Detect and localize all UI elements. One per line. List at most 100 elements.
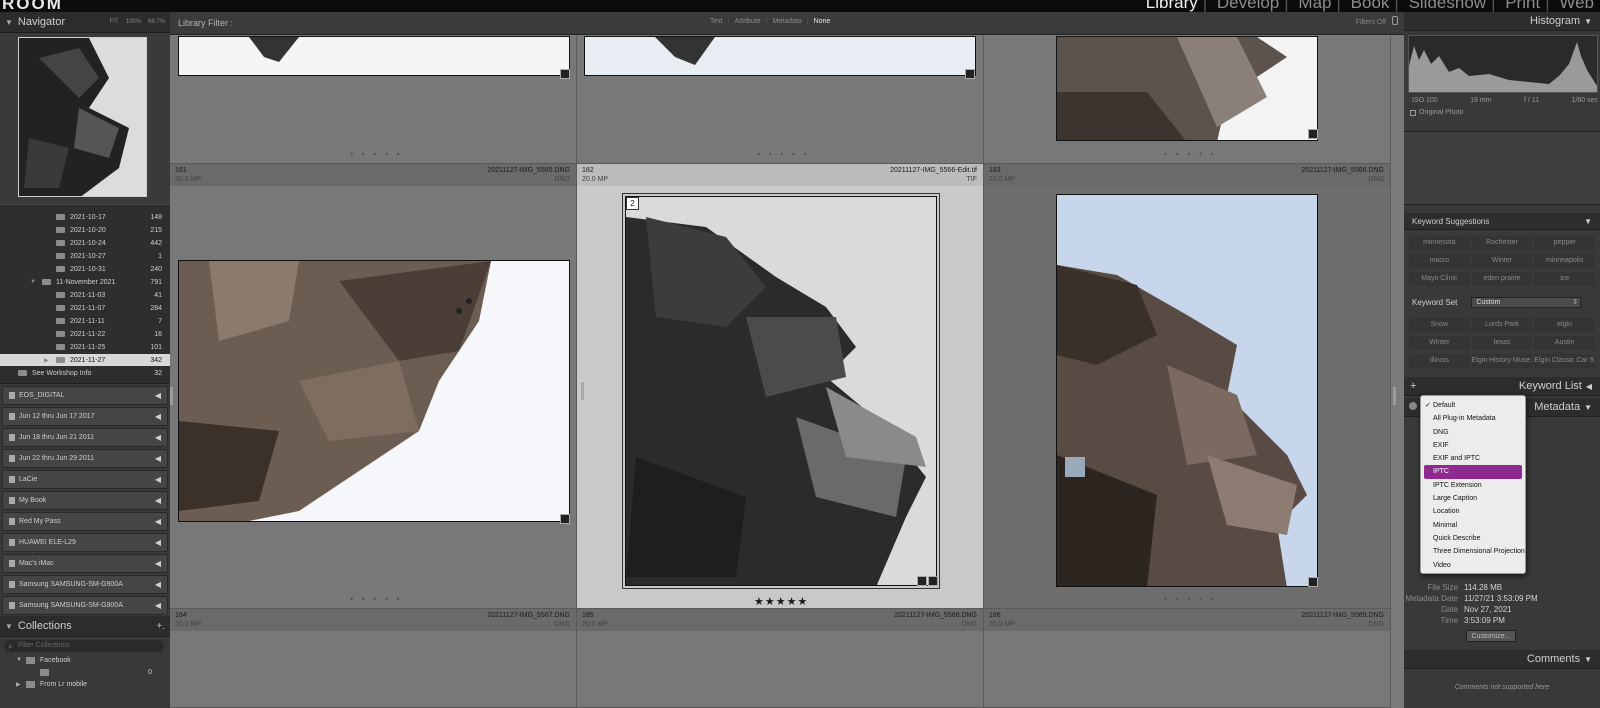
zoom-fit[interactable]: FIT (110, 19, 119, 25)
collapse-arrow-icon[interactable]: ◀ (155, 391, 161, 400)
volume-item[interactable]: Jun 22 thru Jun 29 2011 ◀ (2, 449, 168, 468)
flag-dots[interactable]: • • • • • (350, 594, 403, 604)
keyword-suggestion[interactable]: minnesota (1409, 236, 1470, 250)
collapse-arrow-icon[interactable]: ◀ (155, 475, 161, 484)
folder-row[interactable]: 2021-11-07 284 (0, 302, 170, 314)
menu-item-exif[interactable]: EXIF (1421, 439, 1525, 452)
checkbox-icon[interactable] (1410, 109, 1416, 116)
collapse-arrow-icon[interactable]: ◀ (155, 496, 161, 505)
menu-item-three-dimensional-projection[interactable]: Three Dimensional Projection (1421, 545, 1525, 558)
flag-dots[interactable]: • • • • • (1164, 149, 1217, 159)
crop-badge-icon[interactable] (928, 576, 938, 586)
photo-thumbnail[interactable] (178, 260, 570, 522)
grid-cell[interactable]: 181 20.0 MP 20211127-IMG_5565.DNG DNG • … (170, 164, 577, 609)
zoom-100[interactable]: 100% (126, 19, 141, 25)
volume-item[interactable]: Red My Pass ◀ (2, 512, 168, 531)
collection-set[interactable]: ▼ Facebook (0, 654, 170, 666)
menu-item-minimal[interactable]: Minimal (1421, 519, 1525, 532)
navigator-thumbnail[interactable] (18, 37, 147, 197)
develop-badge-icon[interactable] (1308, 129, 1318, 139)
grid-cell[interactable]: • • • • • (170, 36, 577, 164)
volume-item[interactable]: Mac's iMac ◀ (2, 554, 168, 573)
keyword-suggestion[interactable]: Rochester (1471, 236, 1533, 250)
keyword-set-item[interactable]: Elgin History Muse... (1471, 354, 1533, 368)
develop-badge-icon[interactable] (1308, 577, 1318, 587)
stack-count-badge[interactable]: 2 (626, 197, 639, 210)
volume-item[interactable]: Jun 12 thru Jun 17 2017 ◀ (2, 407, 168, 426)
folder-row-expanded[interactable]: ▼ 11-November 2021 791 (0, 276, 170, 288)
folder-row[interactable]: 2021-10-31 240 (0, 263, 170, 275)
keyword-set-item[interactable]: Austin (1534, 336, 1595, 350)
comments-header[interactable]: Comments ▼ (1404, 650, 1600, 669)
develop-badge-icon[interactable] (560, 69, 570, 79)
photo-thumbnail[interactable] (178, 36, 570, 76)
menu-item-large-caption[interactable]: Large Caption (1421, 492, 1525, 505)
add-collection-icon[interactable]: +. (156, 621, 165, 632)
keyword-set-item[interactable]: elgin (1534, 318, 1595, 332)
folder-row[interactable]: 2021-10-24 442 (0, 237, 170, 249)
expand-triangle-icon[interactable]: ▼ (16, 657, 26, 663)
collapse-arrow-icon[interactable]: ◀ (155, 601, 161, 610)
left-panel-resize-handle[interactable] (170, 387, 173, 405)
right-panel-resize-handle[interactable] (1393, 387, 1396, 405)
develop-badge-icon[interactable] (560, 514, 570, 524)
menu-item-exif-and-iptc[interactable]: EXIF and IPTC (1421, 452, 1525, 465)
keyword-suggestion[interactable]: pepper (1534, 236, 1595, 250)
folder-row[interactable]: 2021-11-03 41 (0, 289, 170, 301)
grid-cell[interactable]: • • • • • (984, 36, 1391, 164)
menu-item-iptc[interactable]: IPTC (1424, 465, 1522, 479)
collapse-arrow-icon[interactable]: ◀ (155, 580, 161, 589)
navigator-header[interactable]: ▼ Navigator FIT 100% 66.7% (0, 12, 170, 33)
menu-item-all-plugin-metadata[interactable]: All Plug-in Metadata (1421, 412, 1525, 425)
star-rating[interactable]: ★★★★★ (754, 595, 808, 608)
folder-row[interactable]: 2021-10-20 215 (0, 224, 170, 236)
volume-item[interactable]: EOS_DIGITAL ◀ (2, 386, 168, 405)
keyword-suggestion[interactable]: macro (1409, 254, 1470, 268)
customize-button[interactable]: Customize... (1466, 630, 1516, 642)
keyword-set-item[interactable]: illinois (1409, 354, 1470, 368)
menu-item-default[interactable]: Default (1421, 399, 1525, 413)
original-photo-toggle[interactable]: Original Photo (1410, 109, 1463, 116)
keyword-suggestion[interactable]: minneapolis (1534, 254, 1595, 268)
volume-item[interactable]: Samsung SAMSUNG-SM-G900A ◀ (2, 596, 168, 615)
menu-item-video[interactable]: Video (1421, 559, 1525, 572)
lock-icon[interactable] (1392, 16, 1398, 25)
keyword-set-item[interactable]: Winter (1409, 336, 1470, 350)
folder-row[interactable]: 2021-11-25 101 (0, 341, 170, 353)
grid-cell-selected[interactable]: 182 20.0 MP 20211127-IMG_5566-Edit.tif T… (577, 164, 984, 609)
module-print[interactable]: Print (1505, 0, 1540, 12)
filter-attribute[interactable]: Attribute (735, 18, 761, 25)
keyword-list-header[interactable]: + Keyword List ◀ (1404, 377, 1600, 396)
collections-header[interactable]: ▼ Collections +. (0, 616, 170, 637)
volume-item[interactable]: Samsung SAMSUNG-SM-G900A ◀ (2, 575, 168, 594)
keyword-suggestion[interactable]: Mayo Clinic (1409, 272, 1470, 286)
keyword-suggestion[interactable]: ice (1534, 272, 1595, 286)
keyword-set-item[interactable]: Elgin Classic Car S... (1534, 354, 1595, 368)
module-slideshow[interactable]: Slideshow (1409, 0, 1487, 12)
expand-triangle-icon[interactable]: ▼ (30, 279, 38, 285)
collapse-arrow-icon[interactable]: ◀ (155, 517, 161, 526)
menu-item-quick-describe[interactable]: Quick Describe (1421, 532, 1525, 545)
collection-set[interactable]: ▶ From Lr mobile (0, 678, 170, 690)
flag-dots[interactable]: • • • • • (350, 149, 403, 159)
module-develop[interactable]: Develop (1217, 0, 1279, 12)
volume-item[interactable]: My Book ◀ (2, 491, 168, 510)
zoom-66[interactable]: 66.7% (148, 19, 165, 25)
collapse-arrow-icon[interactable]: ◀ (155, 538, 161, 547)
grid-cell[interactable]: 184 20.0 MP 20211127-IMG_5567.DNG DNG (170, 609, 577, 708)
develop-badge-icon[interactable] (917, 576, 927, 586)
folder-row[interactable]: See Workshop Info 32 (0, 367, 170, 379)
collapse-arrow-icon[interactable]: ◀ (155, 412, 161, 421)
keyword-set-item[interactable]: texas (1471, 336, 1533, 350)
filter-metadata[interactable]: Metadata (773, 18, 802, 25)
expand-triangle-icon[interactable]: ▶ (44, 357, 52, 364)
folder-row[interactable]: 2021-11-11 7 (0, 315, 170, 327)
filter-none[interactable]: None (814, 18, 831, 25)
photo-thumbnail[interactable] (584, 36, 976, 76)
volume-item[interactable]: LaCie ◀ (2, 470, 168, 489)
photo-thumbnail[interactable] (1056, 36, 1318, 141)
menu-item-location[interactable]: Location (1421, 505, 1525, 518)
flag-dots[interactable]: • • • • • (757, 149, 810, 159)
keyword-suggestion[interactable]: Winter (1471, 254, 1533, 268)
filters-off-toggle[interactable]: Filters Off (1356, 19, 1386, 26)
